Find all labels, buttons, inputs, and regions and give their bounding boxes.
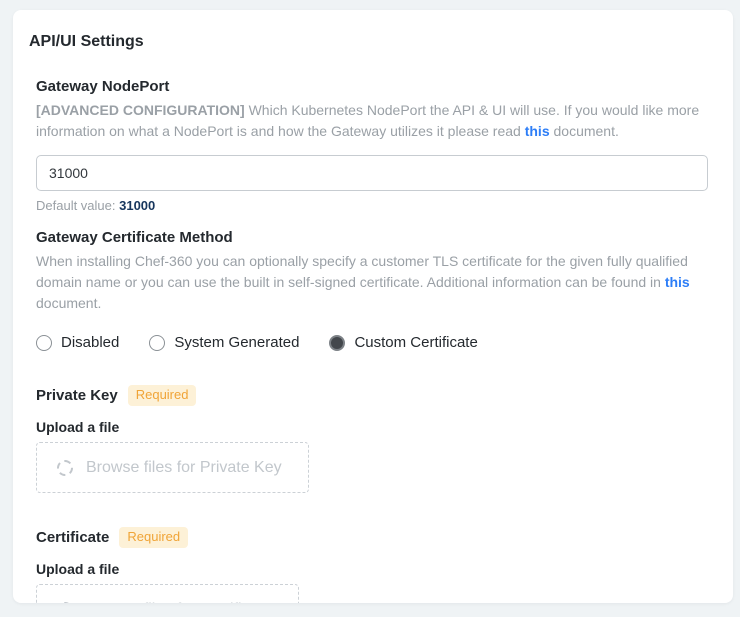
certificate-doc-link[interactable]: this xyxy=(665,274,690,290)
nodeport-doc-link[interactable]: this xyxy=(525,123,550,139)
gateway-nodeport-field: Gateway NodePort [ADVANCED CONFIGURATION… xyxy=(36,78,708,214)
radio-option-custom-certificate[interactable]: Custom Certificate xyxy=(329,334,477,351)
browse-private-key-label: Browse files for Private Key xyxy=(86,458,282,477)
radio-option-disabled[interactable]: Disabled xyxy=(36,334,119,351)
browse-private-key-button[interactable]: Browse files for Private Key xyxy=(36,442,309,493)
radio-button-checked-icon[interactable] xyxy=(329,335,345,351)
browse-certificate-button[interactable]: Browse files for Certificate xyxy=(36,584,299,603)
browse-certificate-label: Browse files for Certificate xyxy=(86,600,272,603)
default-value-label: Default value: xyxy=(36,198,119,213)
radio-button-unchecked-icon[interactable] xyxy=(149,335,165,351)
radio-button-unchecked-icon[interactable] xyxy=(36,335,52,351)
required-badge: Required xyxy=(128,385,197,406)
certificate-upload-label: Upload a file xyxy=(36,561,708,578)
gateway-certificate-method-label: Gateway Certificate Method xyxy=(36,229,708,247)
certificate-method-radio-group: Disabled System Generated Custom Certifi… xyxy=(36,334,708,351)
radio-option-system-generated[interactable]: System Generated xyxy=(149,334,299,351)
gateway-certificate-method-field: Gateway Certificate Method When installi… xyxy=(36,229,708,351)
gateway-certificate-method-description: When installing Chef-360 you can optiona… xyxy=(36,251,708,314)
private-key-upload-field: Private Key Required Upload a file Brows… xyxy=(36,385,708,493)
private-key-label: Private Key xyxy=(36,387,118,405)
gateway-nodeport-input[interactable] xyxy=(36,155,708,191)
page-title: API/UI Settings xyxy=(29,32,733,51)
required-badge: Required xyxy=(119,527,188,548)
dashed-circle-upload-icon xyxy=(57,602,73,604)
gateway-nodeport-description: [ADVANCED CONFIGURATION] Which Kubernete… xyxy=(36,100,708,142)
settings-form: Gateway NodePort [ADVANCED CONFIGURATION… xyxy=(36,78,708,603)
api-ui-settings-card: API/UI Settings Gateway NodePort [ADVANC… xyxy=(13,10,733,603)
advanced-configuration-tag: [ADVANCED CONFIGURATION] xyxy=(36,102,245,118)
certificate-label: Certificate xyxy=(36,529,109,547)
default-value: 31000 xyxy=(119,198,155,213)
default-value-row: Default value: 31000 xyxy=(36,198,708,214)
private-key-label-row: Private Key Required xyxy=(36,385,708,406)
certificate-upload-field: Certificate Required Upload a file Brows… xyxy=(36,527,708,603)
certificate-label-row: Certificate Required xyxy=(36,527,708,548)
gateway-nodeport-label: Gateway NodePort xyxy=(36,78,708,96)
private-key-upload-label: Upload a file xyxy=(36,419,708,436)
dashed-circle-upload-icon xyxy=(57,460,73,476)
